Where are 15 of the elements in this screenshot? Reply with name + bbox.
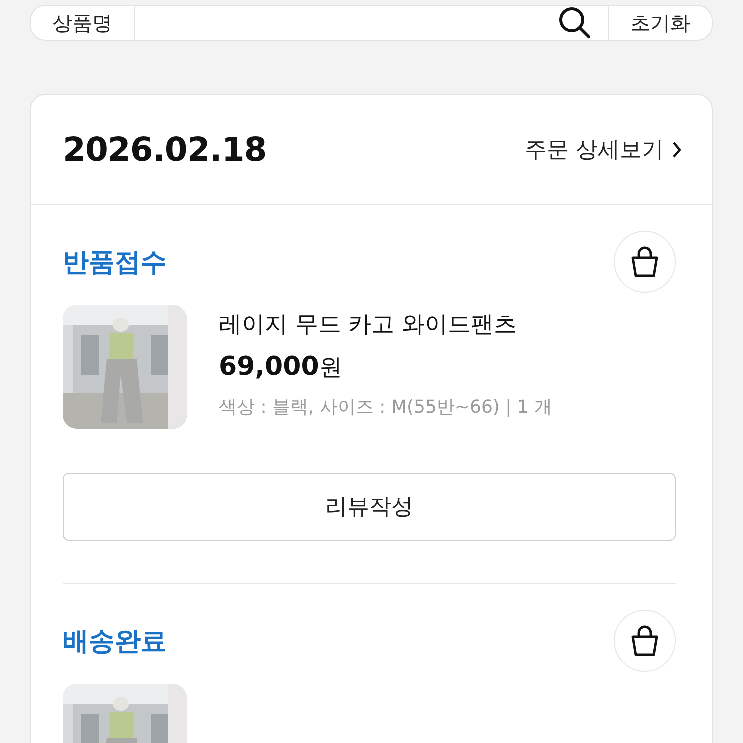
order-status: 배송완료	[63, 626, 167, 658]
order-detail-link[interactable]: 주문 상세보기	[525, 134, 682, 164]
search-category-button[interactable]: 상품명	[31, 6, 135, 40]
product-name: 레이지 무드 카고 와이드팬츠	[219, 311, 518, 340]
write-review-button[interactable]: 리뷰작성	[63, 473, 676, 541]
order-status: 반품접수	[63, 246, 167, 280]
reset-button[interactable]: 초기화	[608, 6, 712, 40]
search-button[interactable]	[558, 6, 592, 40]
search-icon	[558, 6, 592, 40]
order-date: 2026.02.18	[63, 130, 267, 169]
shopping-bag-icon	[630, 625, 660, 657]
product-price: 69,000원	[219, 352, 344, 383]
chevron-right-icon	[672, 140, 682, 158]
shopping-bag-icon	[630, 246, 660, 278]
product-options: 색상 : 블랙, 사이즈 : M(55반~66) | 1 개	[219, 395, 553, 419]
